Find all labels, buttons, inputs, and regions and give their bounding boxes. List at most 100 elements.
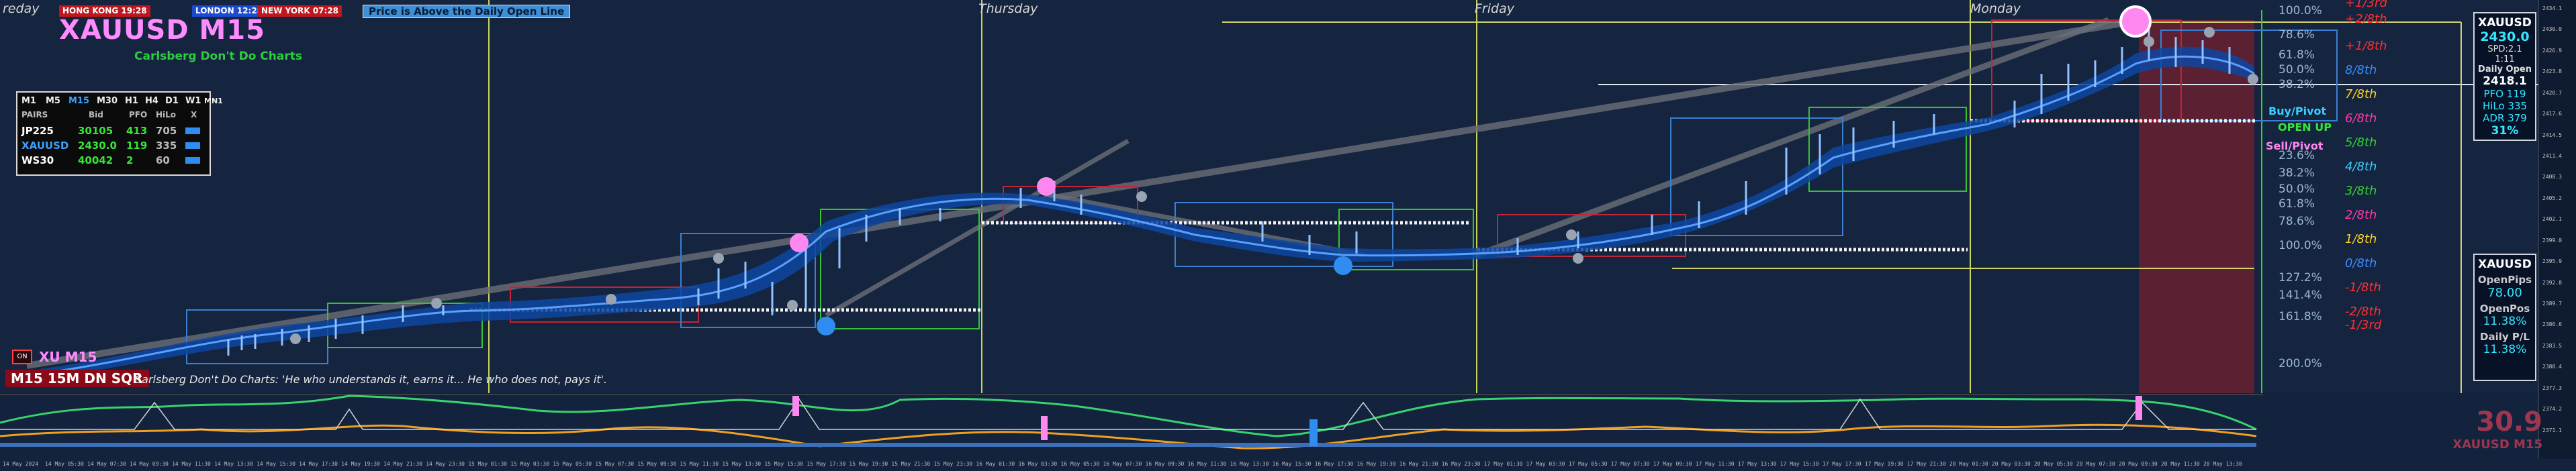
pct-level: 127.2%	[2279, 271, 2322, 284]
info-symbol: XAUUSD	[2478, 16, 2532, 30]
info-ratio: 1:11	[2495, 54, 2515, 64]
high-marker	[790, 233, 809, 252]
fib-text: 7/8th	[2345, 87, 2377, 101]
time-tick: 15 May 17:30	[807, 461, 846, 467]
pair-x-button[interactable]	[185, 157, 200, 164]
time-tick: 16 May 05:30	[1060, 461, 1100, 467]
tf-h4[interactable]: H4	[145, 96, 158, 106]
pair-x-button[interactable]	[185, 127, 200, 134]
info-adr: ADR 379	[2483, 112, 2527, 124]
price-axis[interactable]: 2434.1 2430.0 2426.9 2423.8 2420.7 2417.6 2414…	[2541, 0, 2576, 459]
pct-level: 78.6%	[2279, 28, 2315, 42]
symbol-info-box: XAUUSD 2430.0 SPD:2.1 1:11 Daily Open 24…	[2473, 12, 2536, 141]
time-tick: 14 May 05:30	[45, 461, 84, 467]
time-tick: 15 May 05:30	[553, 461, 592, 467]
pct-level: 141.4%	[2279, 289, 2322, 302]
pair-x-button[interactable]	[185, 142, 200, 149]
col-bid: Bid	[89, 110, 103, 119]
time-tick: 15 May 11:30	[680, 461, 719, 467]
pairs-panel[interactable]: M1 M5 M15 M30 H1 H4 D1 W1 MN1 PAIRS Bid …	[16, 91, 223, 176]
tf-mn1[interactable]: MN1	[204, 97, 223, 105]
tf-w1[interactable]: W1	[185, 96, 201, 106]
tf-d1[interactable]: D1	[165, 96, 179, 106]
indicator-value: 30.9	[2476, 407, 2542, 437]
fib-text: -2/8th	[2345, 305, 2381, 319]
fib-text: 2/8th	[2345, 208, 2377, 222]
price-tick: 2417.6	[2542, 111, 2562, 117]
pair-pfo: 2	[126, 154, 134, 166]
info-hilo: HiLo 335	[2482, 100, 2528, 112]
price-tick: 2386.6	[2542, 321, 2562, 328]
tf-m30[interactable]: M30	[97, 96, 118, 106]
time-tick: 17 May 15:30	[1780, 461, 1819, 467]
time-tick: 20 May 13:30	[2203, 461, 2242, 467]
pct-level: 61.8%	[2279, 197, 2315, 211]
col-pairs: PAIRS	[21, 110, 48, 119]
open-pos-value: 11.38%	[2483, 315, 2527, 328]
pair-name[interactable]: XAUUSD	[21, 140, 68, 152]
tf-m15[interactable]: M15	[68, 96, 89, 106]
price-tick: 2380.4	[2542, 364, 2562, 370]
price-tick: 2399.0	[2542, 237, 2562, 244]
session-hong-kong: HONG KONG 19:28	[59, 5, 150, 17]
col-x: X	[191, 110, 197, 119]
fib-text: 5/8th	[2345, 136, 2377, 150]
pair-name[interactable]: WS30	[21, 154, 54, 166]
fib-text: 6/8th	[2345, 111, 2377, 125]
daily-pl-label: Daily P/L	[2480, 331, 2530, 343]
time-tick: 15 May 21:30	[891, 461, 931, 467]
pair-hilo: 705	[156, 125, 177, 137]
pct-level: 100.0%	[2279, 4, 2322, 17]
info-price: 2430.0	[2480, 30, 2530, 44]
indicator-histogram	[0, 443, 2256, 447]
time-tick: 14 May 13:30	[214, 461, 253, 467]
time-axis[interactable]: 14 May 2024 14 May 05:30 14 May 07:30 14 Ma…	[0, 459, 2253, 471]
info-spread: SPD:2.1	[2487, 44, 2522, 54]
col-pfo: PFO	[129, 110, 148, 119]
toggle-box[interactable]: ON	[12, 350, 32, 364]
tf-m1[interactable]: M1	[21, 96, 36, 106]
tf-m5[interactable]: M5	[46, 96, 60, 106]
time-tick: 14 May 11:30	[172, 461, 211, 467]
time-tick: 14 May 2024	[3, 461, 38, 467]
pair-hilo: 60	[156, 154, 170, 166]
pair-name[interactable]: JP225	[21, 125, 54, 137]
time-tick: 16 May 21:30	[1399, 461, 1438, 467]
pct-level: 161.8%	[2279, 310, 2322, 323]
day-label: Monday	[1970, 1, 2021, 16]
quote-text: Carlsberg Don't Do Charts: 'He who under…	[134, 373, 608, 386]
price-tick: 2371.1	[2542, 427, 2562, 433]
time-tick: 14 May 07:30	[87, 461, 126, 467]
open-pos-label: OpenPos	[2479, 303, 2530, 315]
info-pfo: PFO 119	[2483, 88, 2526, 100]
pair-bid: 40042	[78, 154, 113, 166]
price-tick: 2383.5	[2542, 342, 2562, 349]
time-tick: 15 May 03:30	[510, 461, 550, 467]
session-new-york: NEW YORK 07:28	[258, 5, 342, 17]
open-up-signal: OPEN UP	[2278, 121, 2332, 134]
low-marker	[1334, 256, 1352, 275]
symbol-mini-label: XU M15	[39, 349, 97, 365]
info-daily-open-label: Daily Open	[2478, 64, 2532, 74]
fib-text: 1/8th	[2345, 232, 2377, 246]
tf-h1[interactable]: H1	[125, 96, 138, 106]
time-tick: 14 May 17:30	[299, 461, 338, 467]
time-tick: 20 May 03:30	[1991, 461, 2031, 467]
open-status-banner: Price is Above the Daily Open Line	[363, 5, 571, 18]
tagline: Carlsberg Don't Do Charts	[134, 50, 302, 63]
day-label: Thursday	[978, 1, 1038, 16]
time-tick: 17 May 03:30	[1526, 461, 1565, 467]
indicator-label: XAUUSD M15	[2452, 437, 2542, 452]
time-tick: 16 May 19:30	[1356, 461, 1396, 467]
indicator-spike	[792, 396, 799, 416]
time-tick: 16 May 13:30	[1230, 461, 1269, 467]
chart-canvas[interactable]	[0, 0, 2576, 471]
time-tick: 17 May 13:30	[1737, 461, 1777, 467]
indicator-spike	[1041, 416, 1048, 440]
time-tick: 14 May 21:30	[383, 461, 422, 467]
time-tick: 17 May 07:30	[1610, 461, 1650, 467]
time-tick: 14 May 09:30	[130, 461, 169, 467]
price-tick: 2430.0	[2542, 26, 2562, 33]
current-high-marker	[2119, 5, 2152, 38]
timeframe-signal-badge: M15 15M DN SQR	[5, 370, 149, 387]
